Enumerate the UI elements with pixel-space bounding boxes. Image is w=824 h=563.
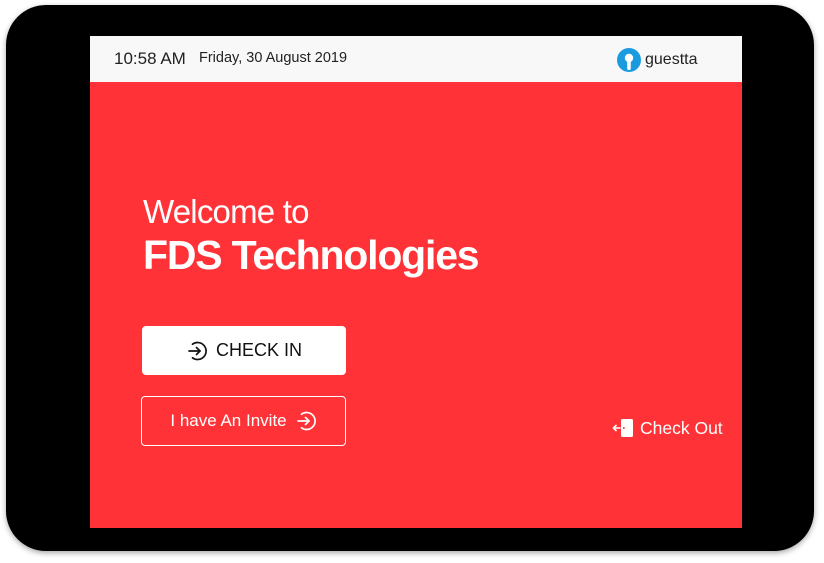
tablet-frame: 10:58 AM Friday, 30 August 2019 guestta … — [6, 5, 814, 551]
check-out-label: Check Out — [640, 417, 723, 438]
company-name: FDS Technologies — [143, 232, 480, 278]
kiosk-screen: 10:58 AM Friday, 30 August 2019 guestta … — [90, 36, 742, 528]
invite-button[interactable]: I have An Invite — [141, 396, 346, 446]
welcome-heading: Welcome to — [143, 193, 309, 230]
current-date: Friday, 30 August 2019 — [199, 50, 348, 66]
door-exit-icon — [612, 417, 634, 439]
invite-label: I have An Invite — [170, 411, 287, 430]
guestta-logo-icon — [616, 47, 642, 73]
check-out-link[interactable]: Check Out — [612, 417, 723, 439]
check-in-button[interactable]: CHECK IN — [142, 326, 346, 375]
brand-name: guestta — [645, 51, 698, 68]
check-in-label: CHECK IN — [215, 340, 302, 360]
arrow-in-circle-icon — [186, 340, 208, 362]
status-bar: 10:58 AM Friday, 30 August 2019 guestta — [90, 36, 742, 82]
arrow-in-circle-icon — [295, 410, 317, 432]
clock-time: 10:58 AM — [114, 49, 186, 68]
brand-logo: guestta — [616, 47, 697, 73]
